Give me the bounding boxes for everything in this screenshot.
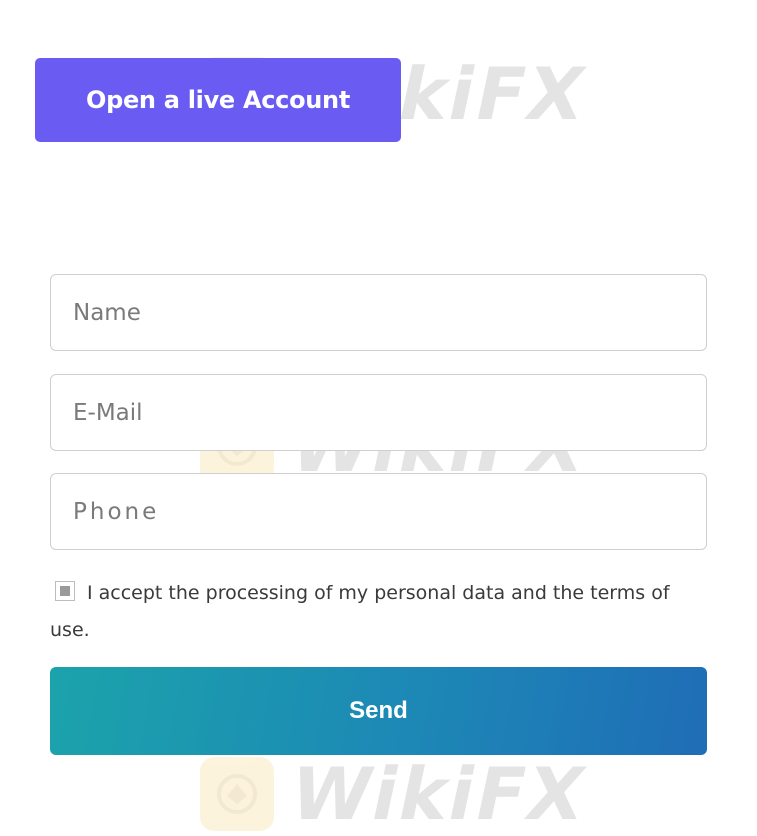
email-input[interactable]: [50, 374, 707, 451]
watermark: WikiFX: [200, 752, 594, 836]
consent-checkbox[interactable]: [55, 581, 75, 601]
name-input[interactable]: [50, 274, 707, 351]
consent-label: I accept the processing of my personal d…: [50, 582, 670, 641]
open-live-account-button[interactable]: Open a live Account: [35, 58, 401, 142]
wikifx-logo-icon: [200, 757, 274, 831]
watermark-text: WikiFX: [283, 752, 595, 836]
consent-row: I accept the processing of my personal d…: [50, 575, 710, 649]
send-button[interactable]: Send: [50, 667, 707, 755]
phone-input[interactable]: [50, 473, 707, 550]
checkbox-check-icon: [60, 586, 70, 596]
